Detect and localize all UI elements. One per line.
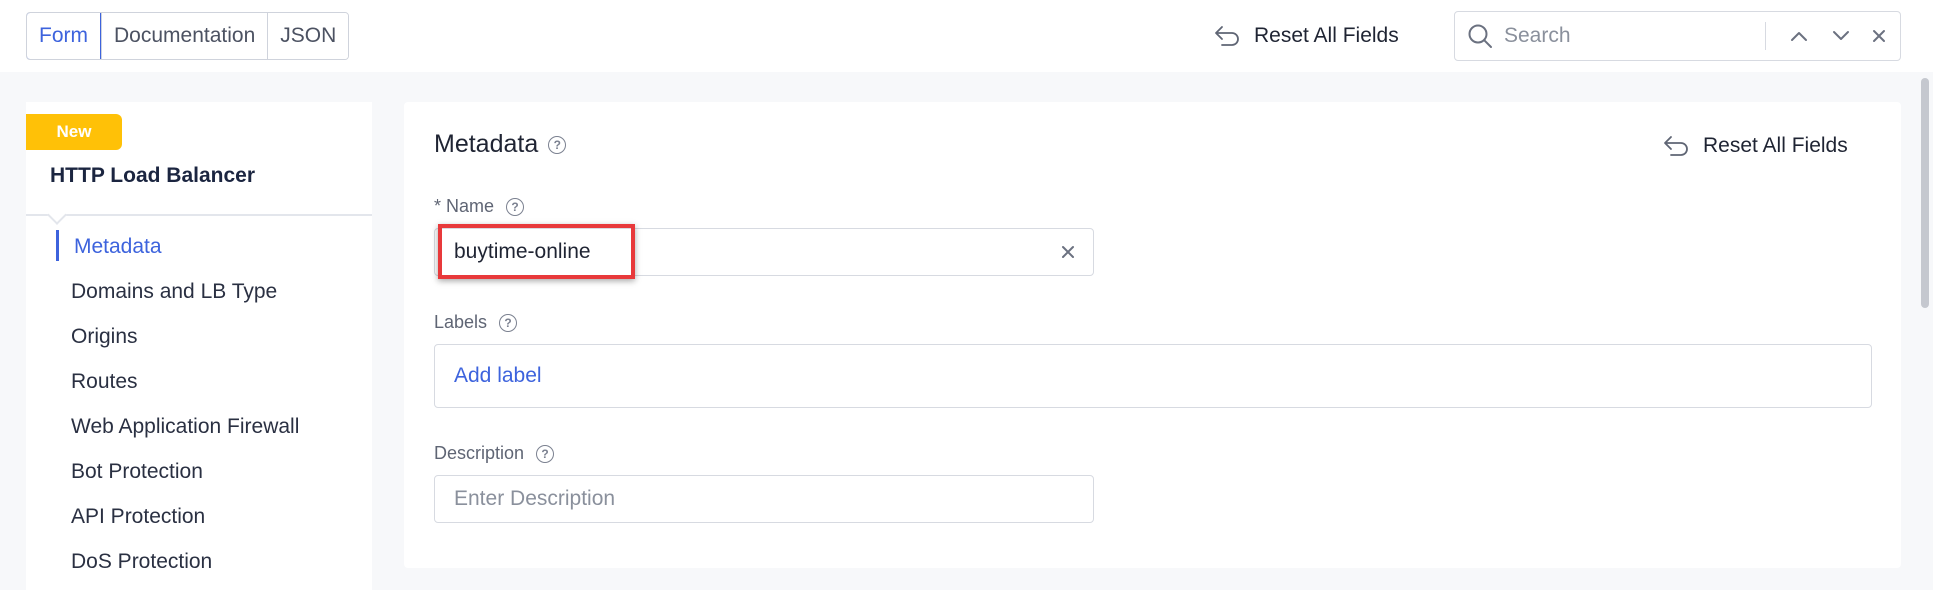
nav-item-routes[interactable]: Routes: [26, 359, 372, 404]
metadata-card: Metadata ? Reset All Fields * Name ? Lab…: [404, 102, 1901, 568]
section-title-text: Metadata: [434, 130, 539, 158]
reset-all-fields-label: Reset All Fields: [1254, 24, 1399, 47]
name-field: [434, 228, 1094, 276]
form-section-nav: New HTTP Load Balancer Metadata Domains …: [26, 102, 372, 590]
name-input[interactable]: [454, 240, 1044, 264]
reset-all-fields-button[interactable]: Reset All Fields: [1663, 130, 1848, 162]
description-label-text: Description: [434, 443, 525, 463]
add-label-link[interactable]: Add label: [454, 364, 542, 388]
form-title: HTTP Load Balancer: [50, 164, 255, 187]
close-icon: [1873, 30, 1885, 42]
nav-item-origins[interactable]: Origins: [26, 314, 372, 359]
close-icon: [1062, 246, 1074, 258]
search-input[interactable]: [1504, 24, 1759, 48]
top-toolbar: Form Documentation JSON Reset All Fields: [0, 0, 1933, 72]
help-icon[interactable]: ?: [548, 135, 567, 154]
labels-label-text: Labels: [434, 312, 488, 332]
nav-item-dos-protection[interactable]: DoS Protection: [26, 539, 372, 584]
name-label-text: * Name: [434, 196, 495, 216]
help-icon[interactable]: ?: [499, 313, 518, 332]
search-previous-button[interactable]: [1785, 22, 1813, 50]
search-close-button[interactable]: [1865, 22, 1893, 50]
return-arrow-icon: [1215, 26, 1239, 46]
search-next-button[interactable]: [1827, 22, 1855, 50]
help-icon[interactable]: ?: [506, 197, 525, 216]
nav-item-bot-protection[interactable]: Bot Protection: [26, 449, 372, 494]
new-badge: New: [26, 114, 122, 150]
nav-item-api-protection[interactable]: API Protection: [26, 494, 372, 539]
tab-documentation[interactable]: Documentation: [101, 13, 268, 59]
tab-form[interactable]: Form: [27, 13, 101, 59]
scrollbar-thumb[interactable]: [1921, 78, 1929, 308]
section-list: Metadata Domains and LB Type Origins Rou…: [26, 224, 372, 584]
nav-item-metadata[interactable]: Metadata: [26, 224, 372, 269]
labels-field: Add label: [434, 344, 1872, 408]
labels-field-label: Labels ?: [434, 312, 518, 333]
tab-json[interactable]: JSON: [267, 13, 349, 59]
chevron-down-icon: [1833, 31, 1849, 40]
section-title: Metadata ?: [434, 130, 567, 159]
reset-all-fields-label: Reset All Fields: [1703, 134, 1848, 157]
nav-divider-caret: [47, 205, 67, 225]
description-field-label: Description ?: [434, 443, 555, 464]
clear-name-button[interactable]: [1057, 241, 1079, 263]
description-input[interactable]: [454, 487, 1044, 511]
nav-item-domains-and-lb-type[interactable]: Domains and LB Type: [26, 269, 372, 314]
search-icon: [1468, 24, 1492, 48]
search-divider: [1765, 22, 1766, 50]
nav-divider: [26, 214, 372, 216]
help-icon[interactable]: ?: [536, 444, 555, 463]
view-mode-tabs: Form Documentation JSON: [26, 12, 350, 60]
nav-item-web-application-firewall[interactable]: Web Application Firewall: [26, 404, 372, 449]
search-box: [1454, 11, 1901, 61]
name-field-label: * Name ?: [434, 196, 525, 217]
chevron-up-icon: [1791, 32, 1807, 41]
description-field: [434, 475, 1094, 523]
return-arrow-icon: [1664, 136, 1688, 156]
reset-all-fields-button-top[interactable]: Reset All Fields: [1214, 20, 1399, 52]
